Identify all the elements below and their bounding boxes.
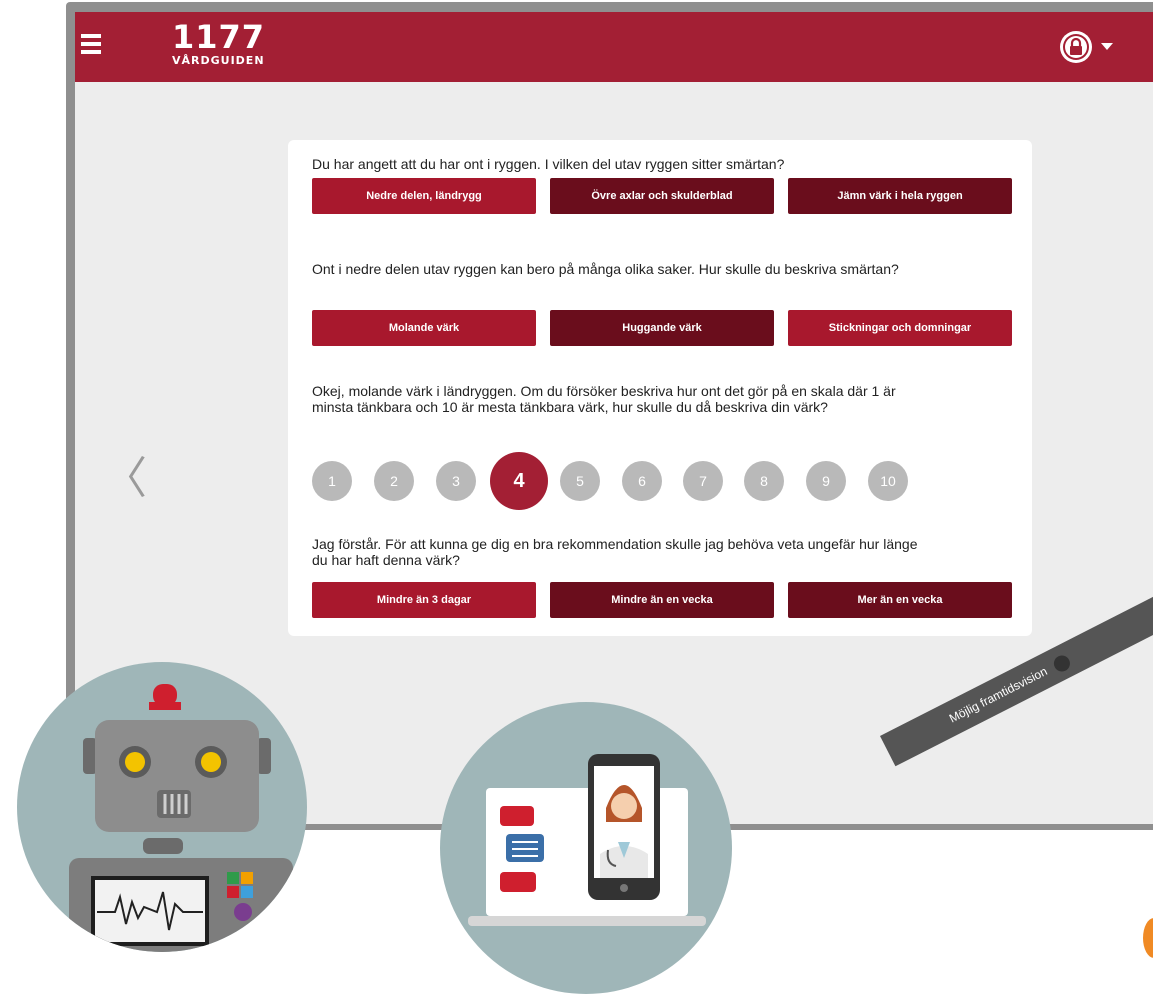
option-under-3-days-button[interactable]: Mindre än 3 dagar xyxy=(312,582,536,618)
option-whole-back-button[interactable]: Jämn värk i hela ryggen xyxy=(788,178,1012,214)
question-3: Okej, molande värk i ländryggen. Om du f… xyxy=(312,383,896,415)
scale-option-8[interactable]: 8 xyxy=(744,461,784,501)
scale-option-2[interactable]: 2 xyxy=(374,461,414,501)
question-2-options: Molande värk Huggande värk Stickningar o… xyxy=(312,310,1012,346)
robot-icon xyxy=(69,684,293,952)
option-under-a-week-button[interactable]: Mindre än en vecka xyxy=(550,582,774,618)
option-dull-ache-button[interactable]: Molande värk xyxy=(312,310,536,346)
logo-brand: VÅRDGUIDEN xyxy=(172,54,265,67)
question-4-options: Mindre än 3 dagar Mindre än en vecka Mer… xyxy=(312,582,1012,618)
question-1-options: Nedre delen, ländrygg Övre axlar och sku… xyxy=(312,178,1012,214)
scale-option-3[interactable]: 3 xyxy=(436,461,476,501)
header-bar: 1177 VÅRDGUIDEN xyxy=(75,12,1153,82)
scale-option-6[interactable]: 6 xyxy=(622,461,662,501)
account-menu-button[interactable] xyxy=(1060,31,1120,65)
chevron-down-icon xyxy=(1101,43,1113,50)
logo-number: 1177 xyxy=(172,18,266,56)
scale-option-5[interactable]: 5 xyxy=(560,461,600,501)
orange-badge xyxy=(1143,918,1153,958)
hamburger-icon[interactable] xyxy=(81,34,101,54)
chat-card: Du har angett att du har ont i ryggen. I… xyxy=(288,140,1032,636)
pain-scale: 1 2 3 4 5 6 7 8 9 10 xyxy=(312,452,1012,510)
scale-option-9[interactable]: 9 xyxy=(806,461,846,501)
question-1: Du har angett att du har ont i ryggen. I… xyxy=(312,156,785,172)
robot-illustration xyxy=(17,662,307,952)
scale-option-1[interactable]: 1 xyxy=(312,461,352,501)
question-2: Ont i nedre delen utav ryggen kan bero p… xyxy=(312,261,899,277)
option-over-a-week-button[interactable]: Mer än en vecka xyxy=(788,582,1012,618)
telemedicine-illustration xyxy=(440,702,732,994)
option-lower-back-button[interactable]: Nedre delen, ländrygg xyxy=(312,178,536,214)
doctor-video-chat-icon xyxy=(468,754,706,926)
scale-option-4-selected[interactable]: 4 xyxy=(490,452,548,510)
option-upper-shoulders-button[interactable]: Övre axlar och skulderblad xyxy=(550,178,774,214)
option-tingling-numbness-button[interactable]: Stickningar och domningar xyxy=(788,310,1012,346)
back-chevron-icon[interactable]: 〈 xyxy=(103,442,147,506)
logo[interactable]: 1177 VÅRDGUIDEN xyxy=(172,20,265,67)
question-4: Jag förstår. För att kunna ge dig en bra… xyxy=(312,536,918,568)
scale-option-7[interactable]: 7 xyxy=(683,461,723,501)
option-stabbing-pain-button[interactable]: Huggande värk xyxy=(550,310,774,346)
scale-option-10[interactable]: 10 xyxy=(868,461,908,501)
lock-icon xyxy=(1060,31,1092,63)
